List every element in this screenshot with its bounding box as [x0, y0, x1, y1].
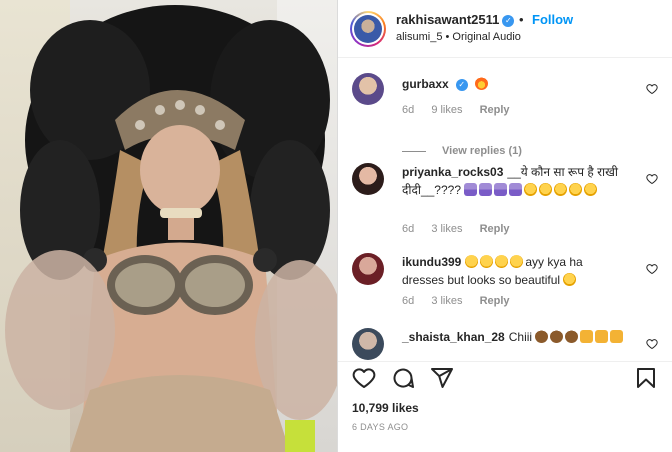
commenter-username[interactable]: gurbaxx [402, 77, 449, 91]
post-actions-bar [338, 364, 672, 394]
comment-age[interactable]: 6d [402, 104, 414, 116]
actions-divider [338, 361, 672, 362]
poop-emoji-icon [550, 330, 564, 343]
commenter-username[interactable]: _shaista_khan_28 [402, 330, 505, 344]
commenter-username[interactable]: priyanka_rocks03 [402, 165, 503, 179]
likes-count[interactable]: 10,799 likes [352, 401, 419, 415]
heart-eyes-emoji-icon [554, 183, 568, 196]
comment-like-heart-icon[interactable] [646, 173, 658, 185]
comment-like-heart-icon[interactable] [646, 338, 658, 350]
follow-button[interactable]: Follow [532, 12, 573, 27]
heart-eyes-emoji-icon [569, 183, 583, 196]
comment-text: gurbaxx ✓ [402, 75, 626, 93]
poop-emoji-icon [565, 330, 579, 343]
bookmark-icon[interactable] [634, 366, 658, 390]
author-username[interactable]: rakhisawant2511 [396, 12, 499, 27]
comment-age[interactable]: 6d [402, 223, 414, 235]
view-replies-line [402, 150, 426, 152]
comment-meta: 6d 3 likes Reply [402, 223, 524, 235]
view-replies-button[interactable]: View replies (1) [402, 145, 522, 157]
poop-emoji-icon [535, 330, 549, 343]
comments-list[interactable]: gurbaxx ✓ 6d 9 likes Reply View replies (… [338, 59, 672, 361]
verified-badge-icon: ✓ [502, 15, 515, 27]
reply-button[interactable]: Reply [480, 104, 510, 116]
comment-meta: 6d 3 likes Reply [402, 295, 524, 307]
share-icon[interactable] [430, 366, 454, 390]
post-media[interactable] [0, 0, 338, 452]
commenter-avatar[interactable] [352, 163, 384, 195]
comment-icon[interactable] [391, 366, 415, 390]
comment-likes[interactable]: 9 likes [431, 104, 462, 116]
author-avatar[interactable] [350, 11, 386, 47]
post-photo [5, 5, 337, 452]
comment-text: _shaista_khan_28 Chiii [402, 328, 626, 346]
comment-age[interactable]: 6d [402, 295, 414, 307]
comment-text: priyanka_rocks03 __ये कौन सा रूप है राखी … [402, 163, 626, 199]
commenter-avatar[interactable] [352, 253, 384, 285]
laughing-emoji-icon [510, 255, 524, 268]
commenter-avatar[interactable] [352, 73, 384, 105]
heart-icon[interactable] [352, 366, 376, 390]
comment-like-heart-icon[interactable] [646, 263, 658, 275]
post-date[interactable]: 6 DAYS AGO [352, 422, 408, 432]
thumbs-down-emoji-icon [595, 330, 609, 343]
header-separator: • [519, 12, 524, 27]
person-gesturing-emoji-icon [494, 183, 508, 196]
audio-credit[interactable]: alisumi_5 • Original Audio [396, 31, 521, 43]
reply-button[interactable]: Reply [480, 295, 510, 307]
author-username-row: rakhisawant2511 ✓ [396, 12, 515, 27]
comment-text: ikundu399 ayy kya ha dresses but looks so… [402, 253, 626, 289]
comment-likes[interactable]: 3 likes [431, 295, 462, 307]
view-replies-label[interactable]: View replies (1) [442, 145, 522, 157]
comment-meta: 6d 9 likes Reply [402, 104, 524, 116]
comment-like-heart-icon[interactable] [646, 83, 658, 95]
person-gesturing-emoji-icon [509, 183, 523, 196]
post-side-panel: rakhisawant2511 ✓ • Follow alisumi_5 • Or… [338, 0, 672, 452]
reply-button[interactable]: Reply [480, 223, 510, 235]
heart-eyes-emoji-icon [563, 273, 577, 286]
person-gesturing-emoji-icon [464, 183, 478, 196]
heart-eyes-emoji-icon [539, 183, 553, 196]
comment-body: Chiii [508, 330, 533, 344]
heart-eyes-emoji-icon [524, 183, 538, 196]
laughing-emoji-icon [480, 255, 494, 268]
comment-likes[interactable]: 3 likes [431, 223, 462, 235]
laughing-emoji-icon [465, 255, 479, 268]
laughing-emoji-icon [495, 255, 509, 268]
heart-eyes-emoji-icon [584, 183, 598, 196]
fire-emoji-icon [475, 77, 489, 90]
person-gesturing-emoji-icon [479, 183, 493, 196]
commenter-username[interactable]: ikundu399 [402, 255, 461, 269]
post-header: rakhisawant2511 ✓ • Follow alisumi_5 • Or… [338, 0, 672, 58]
commenter-avatar[interactable] [352, 328, 384, 360]
thumbs-down-emoji-icon [610, 330, 624, 343]
verified-badge-icon: ✓ [455, 79, 468, 91]
thumbs-down-emoji-icon [580, 330, 594, 343]
